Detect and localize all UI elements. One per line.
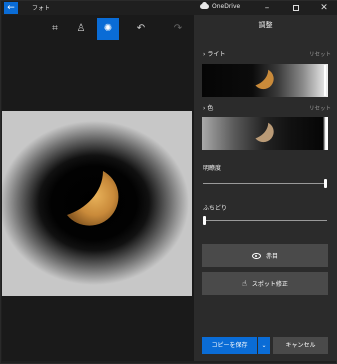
close-button[interactable]: ✕ bbox=[310, 1, 337, 15]
clarity-slider-thumb[interactable] bbox=[324, 179, 327, 188]
cancel-button[interactable]: キャンセル bbox=[273, 337, 328, 354]
save-copy-button[interactable]: コピーを保存 bbox=[202, 337, 257, 354]
cloud-icon bbox=[200, 2, 209, 9]
onedrive-indicator[interactable]: OneDrive bbox=[200, 2, 241, 10]
adjust-icon[interactable]: ✺ bbox=[97, 18, 119, 40]
light-reset-link[interactable]: リセット bbox=[309, 50, 331, 58]
color-section-toggle[interactable]: › 色 bbox=[203, 103, 213, 112]
light-strip-handle[interactable] bbox=[324, 65, 326, 96]
vignette-label: ふちどり bbox=[203, 205, 227, 212]
panel-title: 調整 bbox=[258, 21, 273, 29]
maximize-icon bbox=[293, 4, 299, 11]
clarity-slider-track[interactable] bbox=[203, 183, 327, 184]
edit-toolbar: ⌗ ♙ ✺ ↶ ↷ bbox=[2, 15, 194, 41]
crop-icon[interactable]: ⌗ bbox=[44, 18, 66, 40]
red-eye-button[interactable]: 赤目 bbox=[202, 244, 328, 267]
chevron-right-icon: › bbox=[203, 105, 206, 112]
undo-icon[interactable]: ↶ bbox=[130, 18, 152, 40]
photo-editor: ⌗ ♙ ✺ ↶ ↷ bbox=[2, 15, 194, 361]
color-label: 色 bbox=[207, 105, 214, 112]
spot-fix-button[interactable]: ☝ スポット修正 bbox=[202, 272, 328, 295]
color-preview-moon bbox=[255, 122, 274, 143]
moon-image bbox=[67, 171, 119, 226]
photos-app-window: ← フォト OneDrive – ✕ ⌗ ♙ ✺ ↶ ↷ 調整 › ライト リセ… bbox=[0, 0, 337, 364]
photo-canvas[interactable] bbox=[2, 111, 192, 296]
color-adjust-strip[interactable] bbox=[202, 117, 328, 150]
redo-icon[interactable]: ↷ bbox=[167, 18, 189, 40]
vignette-slider-thumb[interactable] bbox=[203, 216, 206, 225]
adjust-panel: 調整 › ライト リセット › 色 リセット 明瞭度 ふちどり 赤目 ☝ スポッ… bbox=[194, 15, 337, 361]
eye-icon bbox=[251, 252, 261, 259]
maximize-button[interactable] bbox=[282, 1, 310, 15]
spot-fix-label: スポット修正 bbox=[251, 281, 288, 288]
light-section-toggle[interactable]: › ライト bbox=[203, 49, 225, 58]
chevron-right-icon: › bbox=[203, 51, 206, 58]
clarity-label: 明瞭度 bbox=[203, 165, 222, 172]
onedrive-label: OneDrive bbox=[212, 3, 241, 10]
red-eye-label: 赤目 bbox=[265, 253, 278, 260]
light-preview-moon bbox=[255, 69, 274, 90]
app-title: フォト bbox=[32, 5, 51, 12]
title-bar: ← フォト OneDrive – ✕ bbox=[1, 1, 337, 15]
light-label: ライト bbox=[207, 51, 226, 58]
color-reset-link[interactable]: リセット bbox=[309, 104, 331, 112]
back-button[interactable]: ← bbox=[4, 2, 18, 14]
hand-icon: ☝ bbox=[242, 279, 247, 288]
save-dropdown-button[interactable]: ⌄ bbox=[258, 337, 270, 354]
minimize-button[interactable]: – bbox=[253, 1, 281, 15]
light-adjust-strip[interactable] bbox=[202, 64, 328, 97]
filter-icon[interactable]: ♙ bbox=[70, 18, 92, 40]
vignette-slider-track[interactable] bbox=[203, 220, 327, 221]
